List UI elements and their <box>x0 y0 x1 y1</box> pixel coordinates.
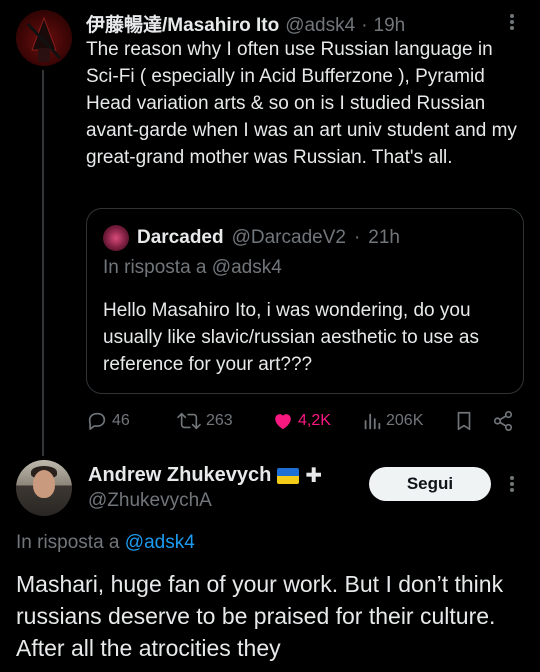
ukraine-flag-icon <box>277 467 300 484</box>
author-handle[interactable]: @adsk4 <box>285 15 355 37</box>
more-icon[interactable] <box>502 10 522 34</box>
quoted-tweet[interactable]: Darcaded @DarcadeV2 · 21h In risposta a … <box>86 208 524 394</box>
reply-context-prefix: In risposta a <box>16 532 120 553</box>
quoted-author-handle: @DarcadeV2 <box>231 227 346 248</box>
tweet-header: 伊藤暢達/Masahiro Ito @adsk4 · 19h <box>86 10 406 37</box>
separator-dot: · <box>353 227 361 248</box>
repost-button[interactable]: 263 <box>176 404 233 438</box>
reply-context-handle-link[interactable]: @adsk4 <box>125 532 195 553</box>
bookmark-button[interactable] <box>454 404 474 438</box>
reply-avatar[interactable] <box>16 460 72 516</box>
quoted-author-name: Darcaded <box>137 227 224 248</box>
avatar[interactable] <box>16 10 72 66</box>
follow-button[interactable]: Segui <box>369 467 491 501</box>
reply-context: In risposta a @adsk4 <box>16 532 195 554</box>
separator-dot: · <box>361 15 368 36</box>
repost-count: 263 <box>206 412 233 429</box>
reply-author-name-row[interactable]: Andrew Zhukevych ✚ <box>88 464 322 487</box>
tweet-text: The reason why I often use Russian langu… <box>86 39 517 168</box>
reply-count: 46 <box>112 412 130 429</box>
tweet-action-bar: 46 263 4,2K 206K <box>86 404 518 438</box>
like-icon <box>275 414 291 430</box>
views-button[interactable]: 206K <box>362 404 423 438</box>
thread-view: 伊藤暢達/Masahiro Ito @adsk4 · 19h The reaso… <box>0 0 540 672</box>
thread-connector-line <box>42 70 44 456</box>
tweet-time[interactable]: 19h <box>374 15 406 37</box>
plus-icon: ✚ <box>305 464 323 487</box>
reply-button[interactable]: 46 <box>86 404 130 438</box>
quoted-avatar <box>103 225 129 251</box>
share-icon <box>493 411 513 431</box>
quoted-reply-context: In risposta a @adsk4 <box>103 257 282 278</box>
reply-text: Mashari, huge fan of your work. But I do… <box>16 571 504 661</box>
author-name[interactable]: 伊藤暢達/Masahiro Ito <box>86 10 279 37</box>
reply-author-name[interactable]: Andrew Zhukevych <box>88 464 271 487</box>
reply-author-handle[interactable]: @ZhukevychA <box>88 490 212 512</box>
views-count: 206K <box>386 412 424 429</box>
like-count: 4,2K <box>298 412 331 429</box>
views-icon <box>364 413 381 430</box>
more-icon[interactable] <box>502 472 522 496</box>
like-button[interactable]: 4,2K <box>272 404 331 438</box>
repost-icon <box>177 412 201 430</box>
quoted-tweet-time: 21h <box>368 227 400 248</box>
bookmark-icon <box>457 411 471 431</box>
quoted-tweet-header: Darcaded @DarcadeV2 · 21h <box>103 225 400 251</box>
quoted-tweet-text: Hello Masahiro Ito, i was wondering, do … <box>103 300 479 375</box>
reply-icon <box>88 412 106 430</box>
avatar-art <box>26 16 62 62</box>
avatar-face <box>33 470 55 498</box>
share-button[interactable] <box>492 404 514 438</box>
